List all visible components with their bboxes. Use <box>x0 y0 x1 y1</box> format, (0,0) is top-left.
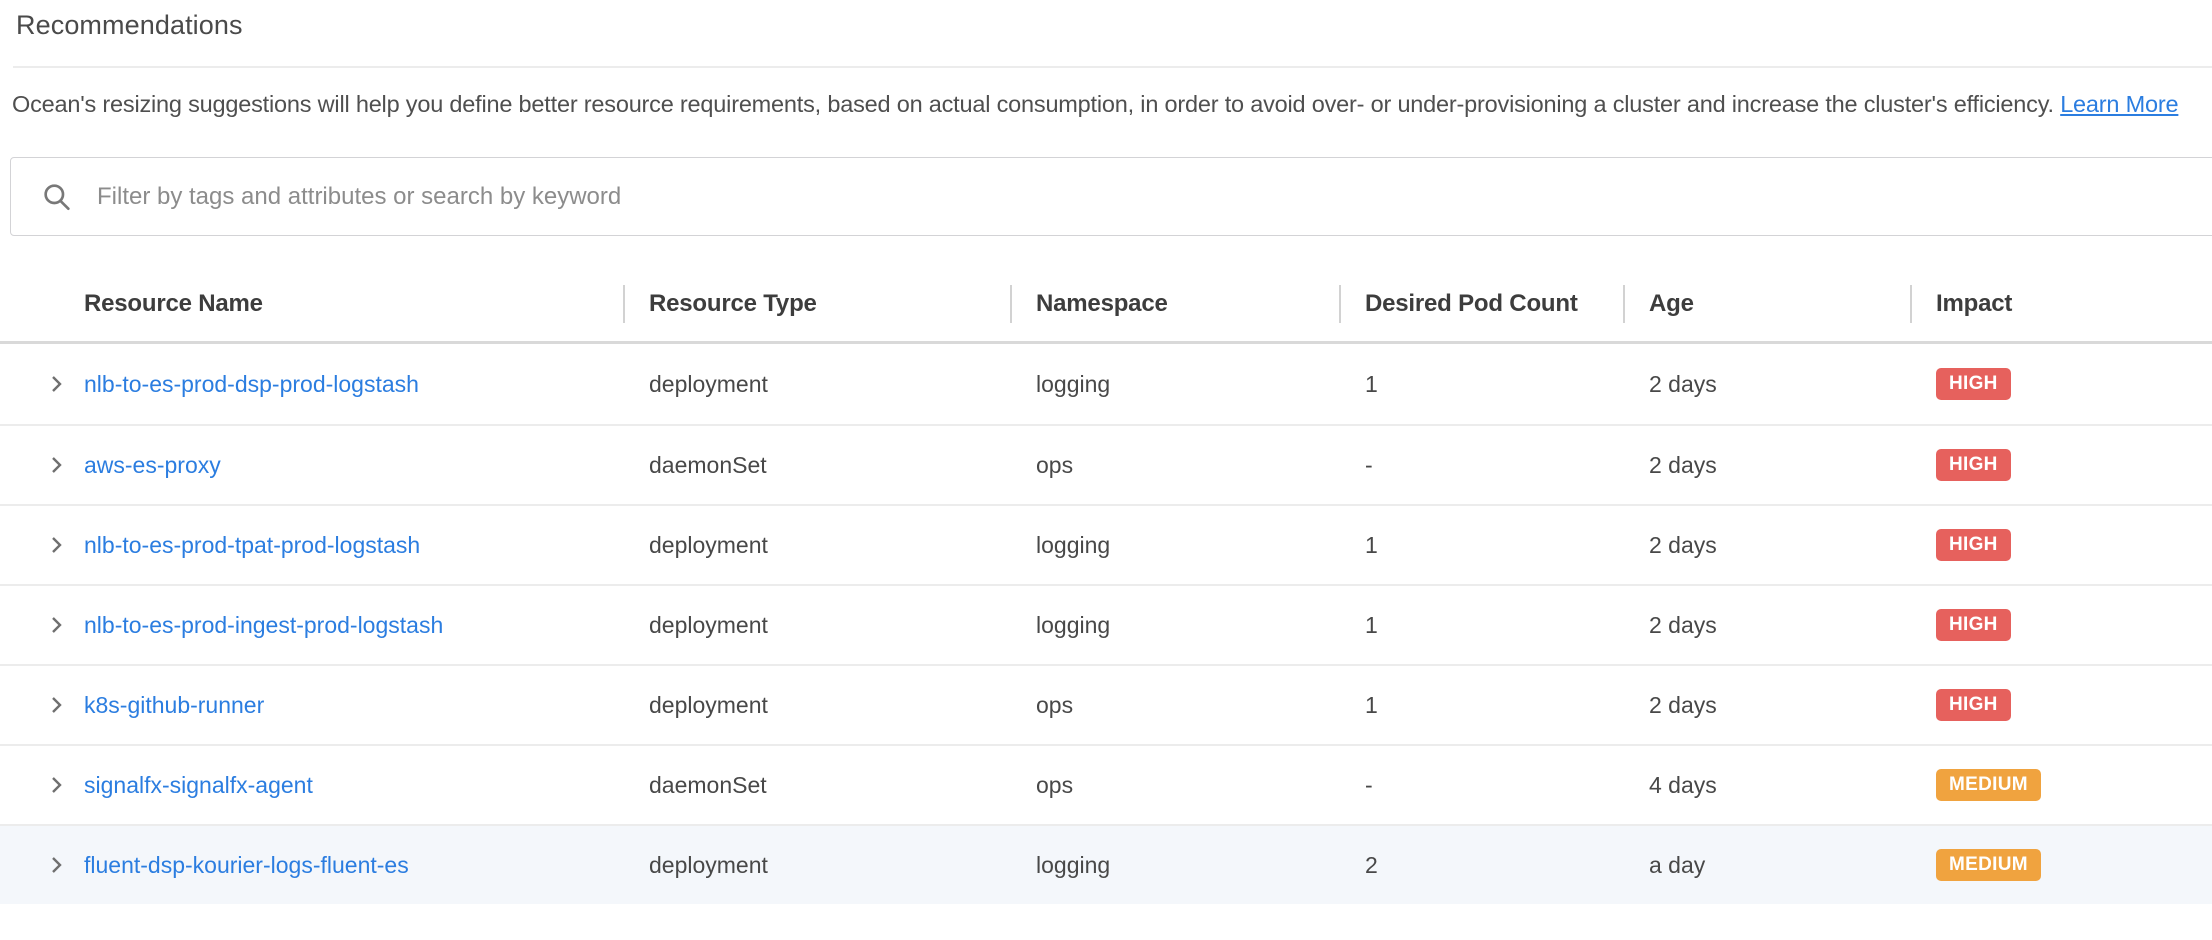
resource-name-link[interactable]: signalfx-signalfx-agent <box>84 772 313 798</box>
impact-cell: MEDIUM <box>1910 769 2212 801</box>
impact-badge: MEDIUM <box>1936 849 2041 881</box>
resource-name-cell: k8s-github-runner <box>84 692 623 719</box>
impact-cell: HIGH <box>1910 368 2212 400</box>
search-icon <box>41 181 73 213</box>
desired-pod-count-cell: 1 <box>1339 692 1623 719</box>
resource-type-cell: daemonSet <box>623 772 1010 799</box>
table-row[interactable]: nlb-to-es-prod-ingest-prod-logstash depl… <box>0 584 2212 664</box>
resource-name-link[interactable]: nlb-to-es-prod-tpat-prod-logstash <box>84 532 420 558</box>
namespace-cell: ops <box>1010 772 1339 799</box>
chevron-right-icon[interactable] <box>44 693 68 717</box>
resource-name-cell: signalfx-signalfx-agent <box>84 772 623 799</box>
namespace-cell: logging <box>1010 532 1339 559</box>
table-header-row: Resource Name Resource Type Namespace De… <box>0 266 2212 341</box>
namespace-cell: logging <box>1010 612 1339 639</box>
resource-type-cell: deployment <box>623 532 1010 559</box>
row-expand-cell <box>0 613 84 637</box>
resource-name-link[interactable]: fluent-dsp-kourier-logs-fluent-es <box>84 852 409 878</box>
resource-name-link[interactable]: aws-es-proxy <box>84 452 221 478</box>
chevron-right-icon[interactable] <box>44 773 68 797</box>
resource-name-cell: nlb-to-es-prod-ingest-prod-logstash <box>84 612 623 639</box>
resource-name-link[interactable]: nlb-to-es-prod-dsp-prod-logstash <box>84 371 419 397</box>
age-cell: 2 days <box>1623 371 1910 398</box>
age-cell: 4 days <box>1623 772 1910 799</box>
learn-more-link[interactable]: Learn More <box>2060 91 2178 117</box>
row-expand-cell <box>0 533 84 557</box>
desired-pod-count-cell: 1 <box>1339 532 1623 559</box>
resource-type-cell: deployment <box>623 852 1010 879</box>
impact-cell: MEDIUM <box>1910 849 2212 881</box>
filter-search-box[interactable] <box>10 157 2212 236</box>
chevron-right-icon[interactable] <box>44 853 68 877</box>
impact-cell: HIGH <box>1910 689 2212 721</box>
namespace-cell: ops <box>1010 452 1339 479</box>
table-row[interactable]: nlb-to-es-prod-dsp-prod-logstash deploym… <box>0 344 2212 424</box>
namespace-cell: logging <box>1010 371 1339 398</box>
impact-cell: HIGH <box>1910 609 2212 641</box>
recommendations-page: Recommendations Ocean's resizing suggest… <box>0 0 2212 940</box>
resource-type-cell: deployment <box>623 371 1010 398</box>
resource-name-cell: fluent-dsp-kourier-logs-fluent-es <box>84 852 623 879</box>
table-row[interactable]: k8s-github-runner deployment ops 1 2 day… <box>0 664 2212 744</box>
search-input[interactable] <box>97 183 2212 211</box>
desired-pod-count-cell: 2 <box>1339 852 1623 879</box>
chevron-right-icon[interactable] <box>44 372 68 396</box>
resource-type-cell: daemonSet <box>623 452 1010 479</box>
impact-badge: HIGH <box>1936 449 2011 481</box>
header-desired-pod-count: Desired Pod Count <box>1339 266 1623 341</box>
impact-badge: MEDIUM <box>1936 769 2041 801</box>
page-title: Recommendations <box>16 10 2212 41</box>
row-expand-cell <box>0 693 84 717</box>
recommendations-table: Resource Name Resource Type Namespace De… <box>0 266 2212 904</box>
row-expand-cell <box>0 453 84 477</box>
page-description: Ocean's resizing suggestions will help y… <box>12 84 2202 124</box>
header-impact: Impact <box>1910 266 2212 341</box>
impact-badge: HIGH <box>1936 689 2011 721</box>
chevron-right-icon[interactable] <box>44 453 68 477</box>
header-resource-type: Resource Type <box>623 266 1010 341</box>
namespace-cell: logging <box>1010 852 1339 879</box>
chevron-right-icon[interactable] <box>44 533 68 557</box>
resource-type-cell: deployment <box>623 692 1010 719</box>
row-expand-cell <box>0 372 84 396</box>
namespace-cell: ops <box>1010 692 1339 719</box>
desired-pod-count-cell: 1 <box>1339 612 1623 639</box>
resource-name-link[interactable]: k8s-github-runner <box>84 692 264 718</box>
table-row[interactable]: nlb-to-es-prod-tpat-prod-logstash deploy… <box>0 504 2212 584</box>
resource-type-cell: deployment <box>623 612 1010 639</box>
desired-pod-count-cell: - <box>1339 452 1623 479</box>
age-cell: a day <box>1623 852 1910 879</box>
age-cell: 2 days <box>1623 692 1910 719</box>
impact-badge: HIGH <box>1936 368 2011 400</box>
age-cell: 2 days <box>1623 612 1910 639</box>
resource-name-cell: nlb-to-es-prod-tpat-prod-logstash <box>84 532 623 559</box>
impact-cell: HIGH <box>1910 529 2212 561</box>
table-row[interactable]: signalfx-signalfx-agent daemonSet ops - … <box>0 744 2212 824</box>
resource-name-cell: aws-es-proxy <box>84 452 623 479</box>
title-divider <box>13 66 2212 68</box>
row-expand-cell <box>0 853 84 877</box>
header-age: Age <box>1623 266 1910 341</box>
age-cell: 2 days <box>1623 532 1910 559</box>
resource-name-link[interactable]: nlb-to-es-prod-ingest-prod-logstash <box>84 612 443 638</box>
table-row[interactable]: fluent-dsp-kourier-logs-fluent-es deploy… <box>0 824 2212 904</box>
row-expand-cell <box>0 773 84 797</box>
impact-badge: HIGH <box>1936 529 2011 561</box>
table-row[interactable]: aws-es-proxy daemonSet ops - 2 days HIGH <box>0 424 2212 504</box>
resource-name-cell: nlb-to-es-prod-dsp-prod-logstash <box>84 371 623 398</box>
header-namespace: Namespace <box>1010 266 1339 341</box>
table-body: nlb-to-es-prod-dsp-prod-logstash deploym… <box>0 341 2212 904</box>
desired-pod-count-cell: 1 <box>1339 371 1623 398</box>
header-resource-name: Resource Name <box>84 290 623 318</box>
impact-badge: HIGH <box>1936 609 2011 641</box>
age-cell: 2 days <box>1623 452 1910 479</box>
chevron-right-icon[interactable] <box>44 613 68 637</box>
impact-cell: HIGH <box>1910 449 2212 481</box>
desired-pod-count-cell: - <box>1339 772 1623 799</box>
description-text: Ocean's resizing suggestions will help y… <box>12 91 2054 117</box>
